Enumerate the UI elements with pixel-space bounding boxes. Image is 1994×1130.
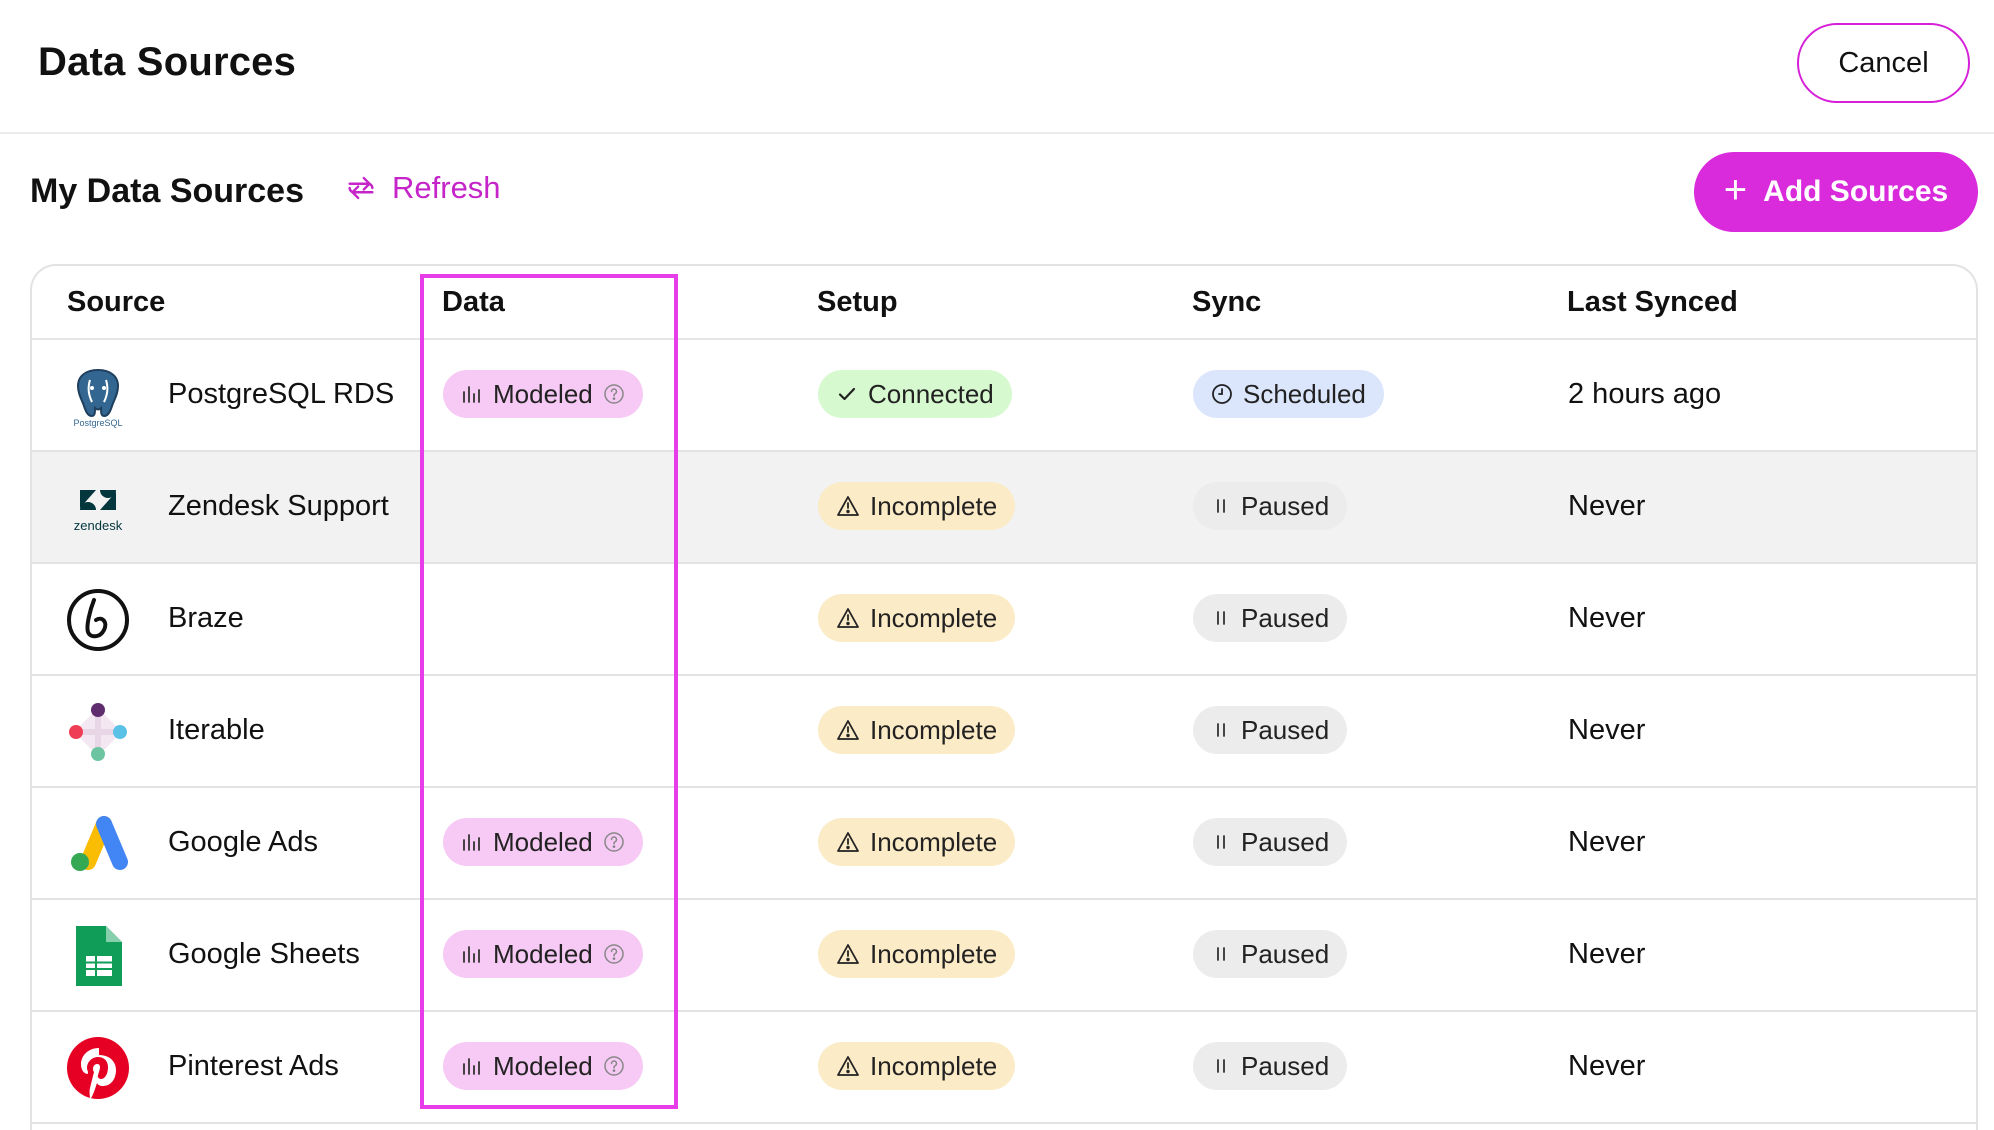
warning-triangle-icon [837,944,859,964]
setup-badge-incomplete: Incomplete [818,594,1016,642]
column-header-setup: Setup [817,286,898,318]
table-row[interactable]: Google Ads Modeled Incomplete Paused Nev… [32,788,1976,900]
page-title: Data Sources [38,40,297,84]
sync-badge-label: Paused [1241,938,1330,969]
braze-logo-icon [66,588,130,652]
source-name: Iterable [168,714,265,746]
check-icon [838,387,856,401]
setup-badge-label: Incomplete [870,602,998,633]
setup-badge-label: Incomplete [870,714,998,745]
svg-text:PostgreSQL: PostgreSQL [73,418,122,428]
table-row[interactable]: Pinterest Ads Modeled Incomplete Paused … [32,1012,1976,1124]
source-name: PostgreSQL RDS [168,378,395,410]
cancel-button[interactable]: Cancel [1797,23,1970,103]
column-header-sync: Sync [1192,286,1262,318]
add-sources-button[interactable]: + Add Sources [1694,152,1978,232]
sync-badge-label: Scheduled [1243,378,1366,409]
clock-icon [1212,384,1232,404]
setup-badge-incomplete: Incomplete [818,930,1016,978]
last-synced: Never [1568,826,1646,858]
column-header-source: Source [67,286,166,318]
sync-badge-scheduled: Scheduled [1193,370,1384,418]
sync-badge-label: Paused [1241,490,1330,521]
source-name: Google Sheets [168,938,360,970]
pause-icon [1217,1059,1225,1073]
pause-icon [1217,835,1225,849]
source-name: Zendesk Support [168,490,389,522]
google-ads-logo-icon [66,812,130,876]
last-synced: Never [1568,490,1646,522]
sync-badge-label: Paused [1241,602,1330,633]
warning-triangle-icon [837,1056,859,1076]
last-synced: Never [1568,714,1646,746]
sync-badge-label: Paused [1241,714,1330,745]
setup-badge-label: Incomplete [870,938,998,969]
table-header: Source Data Setup Sync Last Synced [32,266,1976,340]
warning-triangle-icon [837,832,859,852]
data-column-highlight [420,274,678,1109]
google-sheets-logo-icon [66,924,130,988]
column-header-last-synced: Last Synced [1567,286,1738,318]
refresh-button[interactable]: Refresh [344,170,501,206]
setup-badge-label: Incomplete [870,490,998,521]
source-name: Pinterest Ads [168,1050,339,1082]
warning-triangle-icon [837,496,859,516]
data-sources-table: Source Data Setup Sync Last Synced Postg… [30,264,1978,1130]
setup-badge-incomplete: Incomplete [818,818,1016,866]
sync-badge-paused: Paused [1193,482,1348,530]
pause-icon [1217,723,1225,737]
warning-triangle-icon [837,720,859,740]
pause-icon [1217,947,1225,961]
setup-badge-incomplete: Incomplete [818,482,1016,530]
table-row[interactable]: Braze Incomplete Paused Never [32,564,1976,676]
sync-badge-paused: Paused [1193,594,1348,642]
last-synced: Never [1568,602,1646,634]
plus-icon: + [1723,168,1748,212]
table-row[interactable]: Google Sheets Modeled Incomplete Paused … [32,900,1976,1012]
top-bar: Data Sources Cancel [0,0,1994,134]
source-name: Google Ads [168,826,318,858]
table-row[interactable]: zendesk Zendesk Support Incomplete Pause… [32,452,1976,564]
source-name: Braze [168,602,244,634]
setup-badge-label: Incomplete [870,1050,998,1081]
setup-badge-incomplete: Incomplete [818,1042,1016,1090]
warning-triangle-icon [837,608,859,628]
refresh-label: Refresh [392,170,501,205]
table-row[interactable]: PostgreSQL PostgreSQL RDS Modeled Connec… [32,340,1976,452]
setup-badge-label: Connected [868,378,994,409]
sync-badge-label: Paused [1241,826,1330,857]
sync-badge-label: Paused [1241,1050,1330,1081]
setup-badge-label: Incomplete [870,826,998,857]
svg-text:zendesk: zendesk [74,518,123,533]
pinterest-logo-icon [66,1036,130,1100]
sync-badge-paused: Paused [1193,706,1348,754]
last-synced: Never [1568,1050,1646,1082]
sync-badge-paused: Paused [1193,818,1348,866]
pause-icon [1217,499,1225,513]
sync-badge-paused: Paused [1193,1042,1348,1090]
add-sources-label: Add Sources [1763,175,1949,208]
refresh-icon [348,176,374,200]
last-synced: Never [1568,938,1646,970]
iterable-logo-icon [66,700,130,764]
sync-badge-paused: Paused [1193,930,1348,978]
postgresql-logo-icon: PostgreSQL [66,364,130,428]
last-synced: 2 hours ago [1568,378,1722,410]
zendesk-logo-icon: zendesk [66,476,130,540]
table-row[interactable]: Iterable Incomplete Paused Never [32,676,1976,788]
pause-icon [1217,611,1225,625]
section-title: My Data Sources [30,172,304,210]
setup-badge-incomplete: Incomplete [818,706,1016,754]
setup-badge-connected: Connected [818,370,1012,418]
